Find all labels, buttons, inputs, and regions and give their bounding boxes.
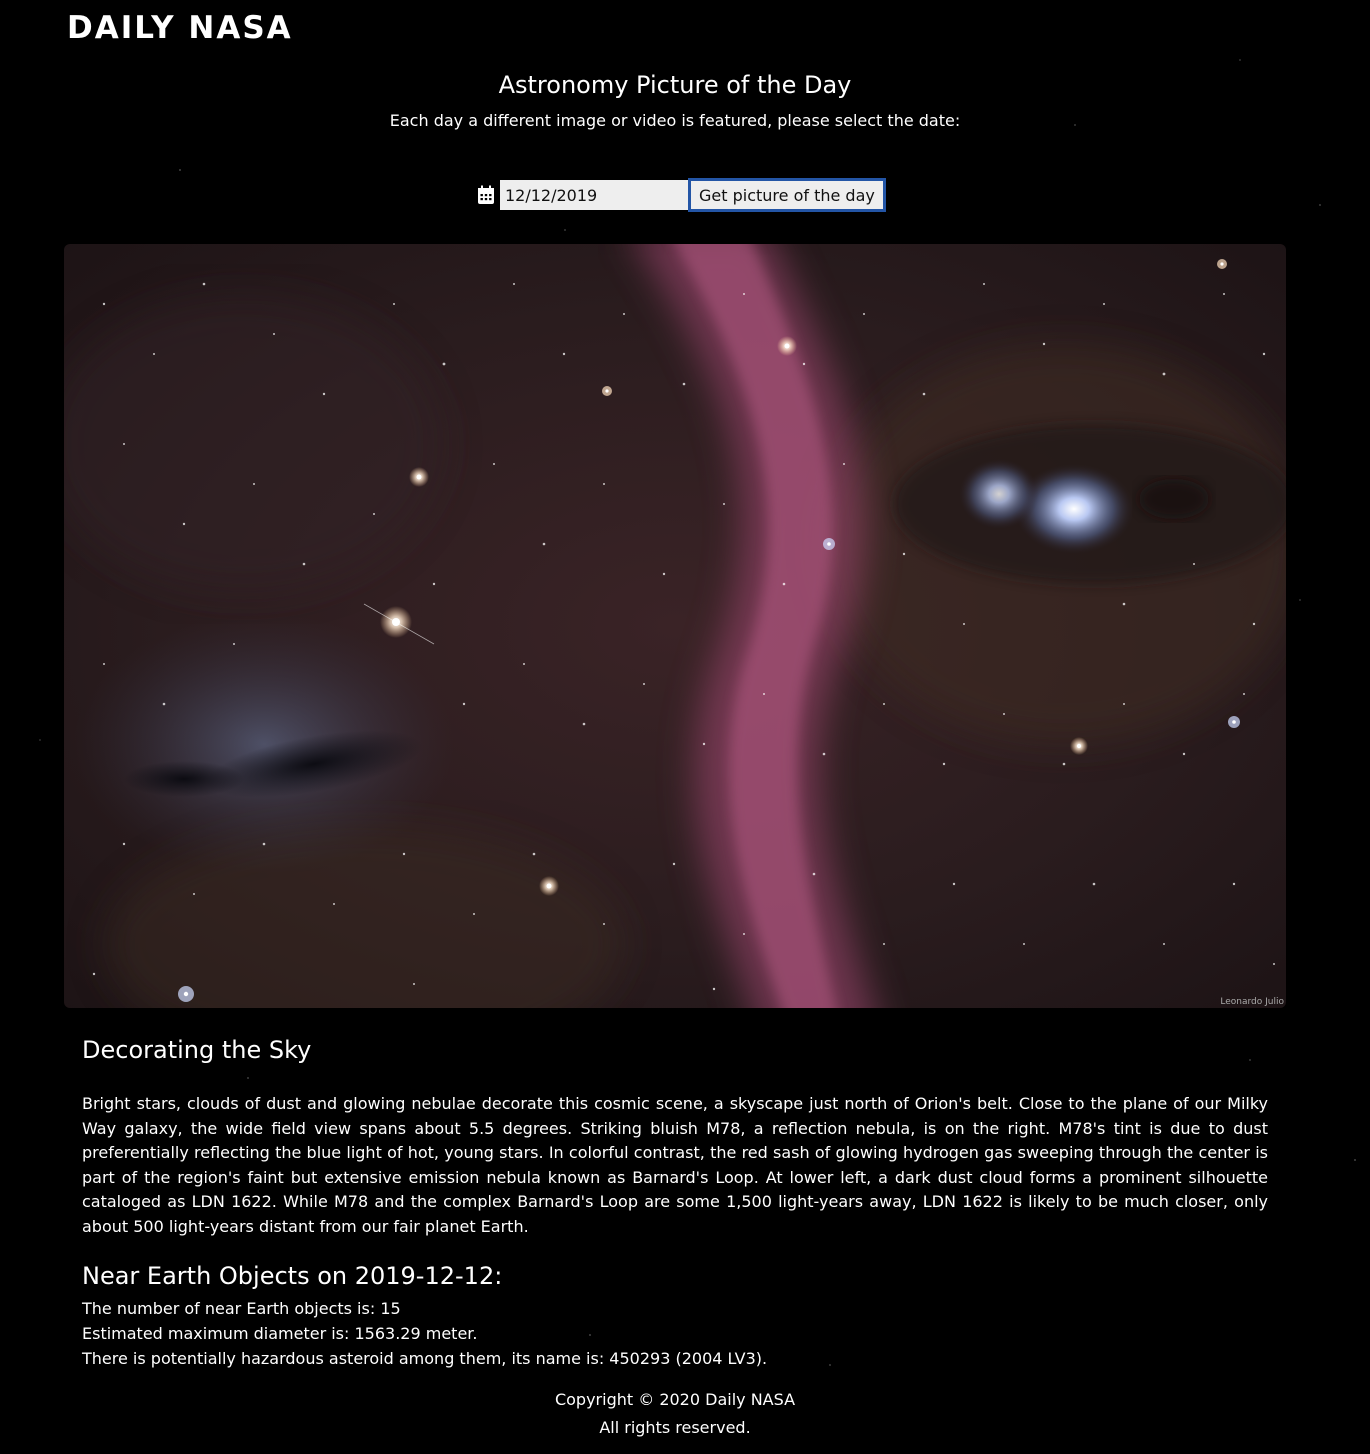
- neo-heading: Near Earth Objects on 2019-12-12:: [82, 1261, 503, 1290]
- page-subtitle: Each day a different image or video is f…: [389, 111, 961, 130]
- date-form: Get picture of the day: [476, 178, 886, 212]
- footer: Copyright © 2020 Daily NASA All rights r…: [0, 1386, 1350, 1442]
- neo-diameter: Estimated maximum diameter is: 1563.29 m…: [82, 1323, 478, 1343]
- apod-explanation: Bright stars, clouds of dust and glowing…: [82, 1094, 1268, 1236]
- neo-count: The number of near Earth objects is: 15: [82, 1298, 401, 1318]
- nebula-picture: [64, 244, 1286, 1008]
- apod-details: Decorating the Sky Bright stars, clouds …: [82, 1030, 1268, 1371]
- image-credit: Leonardo Julio: [1220, 997, 1284, 1007]
- page-title: Astronomy Picture of the Day: [498, 71, 852, 99]
- apod-image: Leonardo Julio: [64, 244, 1286, 1008]
- get-picture-button[interactable]: Get picture of the day: [688, 178, 886, 212]
- footer-rights: All rights reserved.: [599, 1418, 751, 1437]
- apod-title: Decorating the Sky: [82, 1036, 312, 1064]
- footer-copyright: Copyright © 2020 Daily NASA: [554, 1390, 796, 1409]
- site-logo[interactable]: DAILY NASA: [67, 10, 293, 46]
- calendar-icon[interactable]: [476, 185, 496, 205]
- neo-hazard: There is potentially hazardous asteroid …: [82, 1348, 768, 1368]
- date-input[interactable]: [500, 180, 688, 210]
- page: DAILY NASA Astronomy Picture of the Day …: [0, 0, 1370, 1454]
